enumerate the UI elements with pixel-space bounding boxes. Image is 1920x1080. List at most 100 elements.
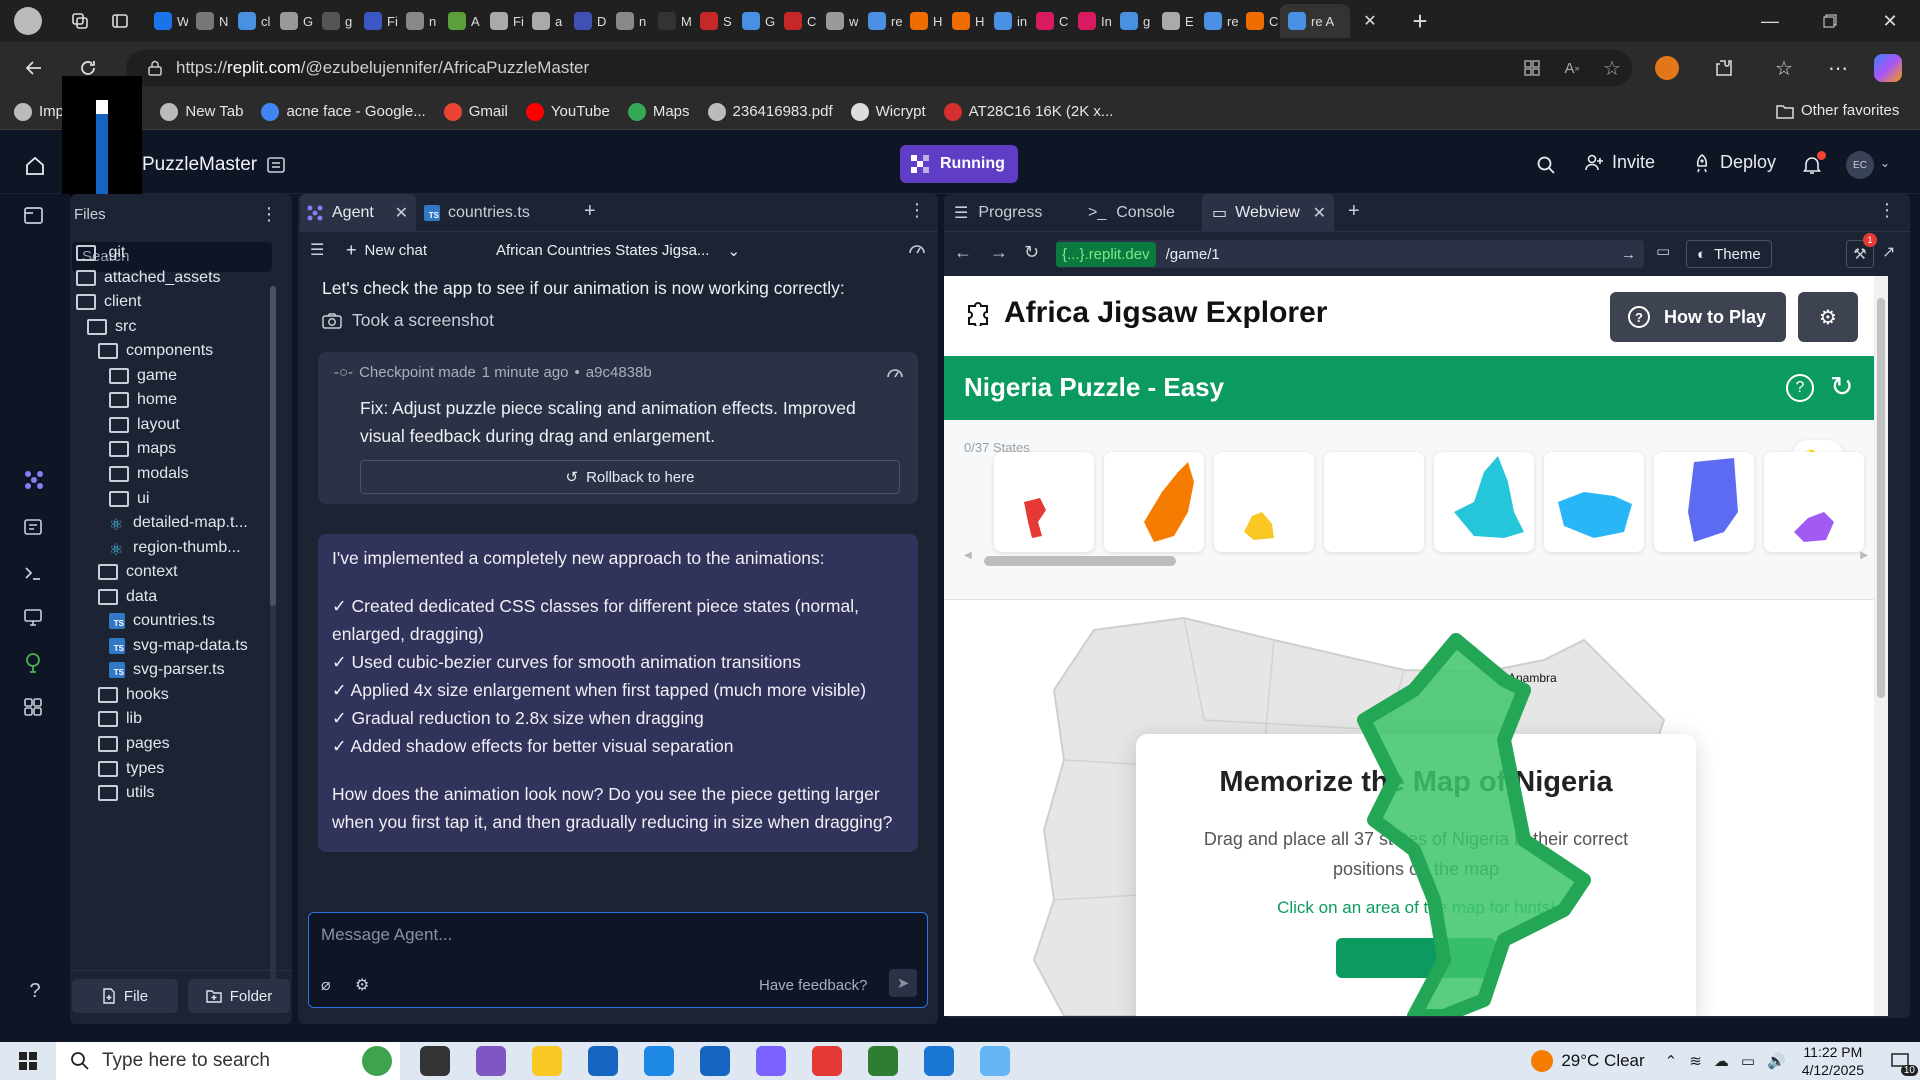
tree-folder[interactable]: components	[98, 338, 213, 364]
run-button[interactable]: Running	[900, 145, 1018, 183]
azure-icon[interactable]	[980, 1046, 1010, 1076]
bookmark-item[interactable]: 236416983.pdf	[707, 102, 833, 121]
copilot-icon[interactable]	[1874, 54, 1902, 82]
dragged-state-piece[interactable]	[1357, 633, 1591, 1016]
bookmark-item[interactable]: Maps	[627, 102, 690, 121]
puzzle-piece-card[interactable]	[994, 452, 1094, 552]
browser-tab[interactable]: D	[566, 4, 608, 38]
state-piece[interactable]	[1024, 498, 1046, 538]
back-icon[interactable]	[18, 54, 50, 82]
theme-button[interactable]: ◐ Theme	[1686, 240, 1772, 268]
tree-folder[interactable]: attached_assets	[76, 265, 221, 291]
devtools-button[interactable]: ⚒ 1	[1846, 233, 1877, 268]
webview-forward-icon[interactable]: →	[990, 242, 1008, 263]
url-bar[interactable]: https:// replit.com /@ezubelujennifer/Af…	[126, 50, 1632, 86]
map-area[interactable]: Anambra Memorize the Map of Nigeria Drag…	[944, 600, 1888, 1016]
tab-countries-ts[interactable]: TS countries.ts	[424, 194, 530, 232]
tree-folder[interactable]: src	[87, 314, 136, 340]
browser-tab[interactable]: In	[1070, 4, 1112, 38]
pieces-scrollbar[interactable]: ◀ ▶	[964, 550, 1868, 566]
restore-button[interactable]	[1800, 14, 1860, 28]
favorites-icon[interactable]: ☆	[1772, 56, 1796, 80]
tab-close-icon[interactable]: ✕	[1350, 4, 1390, 38]
favorite-star-icon[interactable]: ☆	[1592, 56, 1632, 81]
agent-icon[interactable]	[22, 468, 48, 494]
browser-tab[interactable]: a	[524, 4, 566, 38]
puzzle-piece-card[interactable]	[1654, 452, 1754, 552]
puzzle-help-icon[interactable]: ?	[1786, 374, 1814, 402]
file-explorer-icon[interactable]	[532, 1046, 562, 1076]
state-piece-shape[interactable]	[1434, 452, 1534, 552]
browser-tab[interactable]: re	[860, 4, 902, 38]
chat-history-icon[interactable]: ☰	[310, 240, 324, 260]
browser-tab[interactable]: Fi	[356, 4, 398, 38]
tray-battery-icon[interactable]: ▭	[1741, 1052, 1755, 1070]
user-avatar[interactable]: EC	[1846, 151, 1874, 179]
windows-start-icon[interactable]	[0, 1046, 56, 1076]
tab-console[interactable]: >_ Console	[1088, 194, 1175, 232]
browser-tab[interactable]: g	[1112, 4, 1154, 38]
new-folder-button[interactable]: Folder	[188, 979, 290, 1013]
browser-tab[interactable]: n	[398, 4, 440, 38]
state-piece[interactable]	[1244, 512, 1274, 540]
weather-widget[interactable]: 29°C Clear	[1531, 1050, 1645, 1072]
speedometer-icon[interactable]	[908, 240, 926, 258]
game-settings-button[interactable]: ⚙	[1798, 292, 1858, 342]
webview-refresh-icon[interactable]: ↻	[1024, 242, 1039, 263]
state-piece-shape[interactable]	[1104, 452, 1204, 552]
infinity-icon[interactable]	[868, 1046, 898, 1076]
all-tools-icon[interactable]	[22, 696, 48, 722]
browser-tab[interactable]: N	[188, 4, 230, 38]
app-available-icon[interactable]	[1512, 59, 1552, 77]
browser-tab[interactable]: G	[734, 4, 776, 38]
extensions-icon[interactable]	[1712, 56, 1736, 80]
brightness-slider[interactable]	[96, 100, 108, 196]
clock[interactable]: 11:22 PM 4/12/2025	[1802, 1043, 1864, 1079]
help-icon[interactable]: ?	[22, 980, 48, 1006]
bookmark-item[interactable]: Wicrypt	[850, 102, 926, 121]
file-tree-scroll-thumb[interactable]	[270, 286, 276, 606]
browser-tab[interactable]: W	[146, 4, 188, 38]
state-piece[interactable]	[1794, 512, 1834, 542]
state-piece[interactable]	[1144, 462, 1194, 542]
state-piece-shape[interactable]	[994, 452, 1094, 552]
browser-tab[interactable]: Fi	[482, 4, 524, 38]
tree-folder[interactable]: ui	[109, 486, 149, 512]
tree-folder[interactable]: utils	[98, 780, 154, 806]
settings-icon[interactable]: ⚙	[355, 975, 369, 995]
workspaces-icon[interactable]	[60, 11, 100, 31]
chat-title-dropdown[interactable]: African Countries States Jigsa... ⌄	[496, 242, 740, 260]
state-piece-shape[interactable]	[1214, 452, 1314, 552]
tree-folder[interactable]: game	[109, 363, 177, 389]
browser-tab[interactable]: H	[902, 4, 944, 38]
restart-icon[interactable]: ↻	[1830, 370, 1853, 403]
tab-progress[interactable]: ☰ Progress	[954, 194, 1042, 232]
chevron-down-icon[interactable]: ⌄	[1880, 156, 1890, 170]
checkpoint-speed-icon[interactable]	[886, 364, 904, 382]
bookmark-item[interactable]: AT28C16 16K (2K x...	[943, 102, 1113, 121]
browser-tab[interactable]: g	[314, 4, 356, 38]
tree-folder[interactable]: client	[76, 289, 141, 315]
browser-tab[interactable]: n	[608, 4, 650, 38]
outlook-icon[interactable]	[700, 1046, 730, 1076]
message-input[interactable]: Message Agent...	[321, 925, 452, 945]
browser-tab[interactable]: re	[1196, 4, 1238, 38]
add-webview-tab-button[interactable]: +	[1348, 200, 1360, 223]
files-icon[interactable]	[22, 204, 48, 230]
state-piece-shape[interactable]	[1654, 452, 1754, 552]
go-arrow-icon[interactable]: →	[1621, 246, 1636, 263]
tray-onedrive-icon[interactable]: ☁	[1714, 1052, 1729, 1070]
copilot-app-icon[interactable]	[476, 1046, 506, 1076]
add-tab-button[interactable]: +	[584, 200, 596, 223]
task-view-icon[interactable]	[420, 1046, 450, 1076]
tray-volume-icon[interactable]: 🔊	[1767, 1052, 1786, 1070]
bookmark-item[interactable]: acne face - Google...	[261, 102, 426, 121]
console-icon[interactable]	[22, 562, 48, 588]
invite-button[interactable]: Invite	[1584, 152, 1655, 173]
how-to-play-button[interactable]: ? How to Play	[1610, 292, 1786, 342]
search-icon[interactable]	[1534, 153, 1558, 177]
tree-file[interactable]: TS countries.ts	[109, 608, 215, 634]
tree-file[interactable]: ⚛ region-thumb...	[109, 535, 241, 561]
metamask-icon[interactable]	[1655, 56, 1679, 80]
taskbar-search-box[interactable]: Type here to search	[56, 1042, 400, 1080]
